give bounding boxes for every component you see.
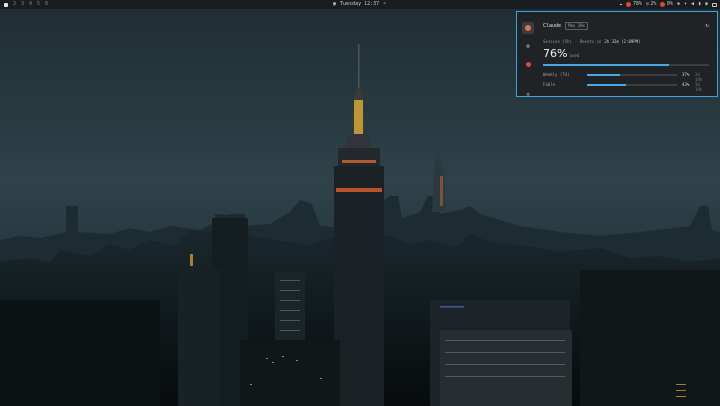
usage-row-bar bbox=[587, 74, 677, 76]
claude-usage-value: 0% bbox=[666, 1, 673, 7]
top-bar: 2 3 4 5 6 ▣ Tuesday 12:37 ☼ ☁ 78% ◎ 2% 0… bbox=[0, 0, 720, 9]
battery-icon[interactable]: ▮ bbox=[698, 0, 701, 9]
claude-tab[interactable] bbox=[522, 22, 534, 34]
session-reset-label: · Resets in bbox=[574, 39, 602, 44]
usage-row-bar bbox=[587, 84, 677, 86]
usage-row-percent: 43% bbox=[682, 82, 690, 87]
usage-row-label: Weekly (7d) bbox=[543, 72, 570, 77]
claude-icon bbox=[660, 2, 666, 7]
gear-icon: ✲ bbox=[526, 90, 530, 98]
panel-content: Claude Max 20x ↻ Session (5h) · Resets i… bbox=[543, 12, 711, 96]
session-reset-value: 2h 32m (2:09PM) bbox=[604, 39, 641, 44]
session-progress-fill bbox=[543, 64, 670, 66]
openai-icon: ⊛ bbox=[526, 42, 530, 50]
usage-row-fable: Fable 43% 3d 19h bbox=[543, 82, 709, 92]
notifications-icon[interactable]: ◉ bbox=[705, 0, 708, 9]
workspace-2[interactable]: 2 bbox=[13, 0, 16, 9]
wifi-icon[interactable]: ▾ bbox=[684, 0, 687, 9]
workspace-4[interactable]: 4 bbox=[29, 0, 32, 9]
cpu-indicator[interactable]: ◎ 2% bbox=[646, 0, 657, 9]
cpu-value: 2% bbox=[650, 1, 657, 7]
claude-icon bbox=[525, 25, 531, 31]
usage-row-weekly: Weekly (7d) 37% 3d 19h bbox=[543, 72, 709, 82]
workspace-switcher: 2 3 4 5 6 bbox=[0, 0, 48, 9]
usage-row-bar-fill bbox=[587, 84, 626, 86]
session-usage-unit: used bbox=[569, 53, 580, 58]
cpu-icon: ◎ bbox=[645, 1, 649, 7]
bluetooth-icon[interactable]: ✱ bbox=[677, 0, 680, 9]
session-progress-bar bbox=[543, 64, 709, 66]
status-icon bbox=[525, 61, 531, 67]
clock-text: Tuesday 12:37 bbox=[340, 1, 380, 7]
system-tray: ☁ 78% ◎ 2% 0% ✱ ▾ ◀ ▮ ◉ bbox=[619, 0, 717, 9]
volume-icon[interactable]: ◀ bbox=[691, 0, 694, 9]
workspace-1-indicator[interactable] bbox=[4, 2, 8, 7]
power-menu-icon[interactable] bbox=[712, 2, 717, 7]
usage-row-reset: 3d 19h bbox=[695, 82, 703, 92]
calendar-icon: ▣ bbox=[333, 1, 337, 7]
usage-row-percent: 37% bbox=[682, 72, 690, 77]
panel-header: Claude Max 20x bbox=[543, 22, 588, 30]
panel-side-rail: ⊛ ✲ bbox=[517, 12, 539, 106]
session-usage-percent: 76% bbox=[543, 47, 568, 60]
session-info: Session (5h) · Resets in 2h 32m (2:09PM) bbox=[543, 39, 641, 44]
session-label: Session (5h) bbox=[543, 39, 572, 44]
panel-title: Claude bbox=[543, 23, 562, 29]
usage-row-bar-fill bbox=[587, 74, 621, 76]
usage-row-reset: 3d 19h bbox=[695, 72, 703, 82]
cloud-icon[interactable]: ☁ bbox=[619, 0, 622, 9]
plan-badge: Max 20x bbox=[565, 22, 588, 30]
workspace-6[interactable]: 6 bbox=[45, 0, 48, 9]
usage-row-label: Fable bbox=[543, 82, 556, 87]
memory-value: 78% bbox=[632, 1, 642, 7]
claude-usage-indicator[interactable]: 0% bbox=[660, 0, 673, 9]
settings-tab[interactable]: ✲ bbox=[522, 88, 534, 100]
refresh-icon[interactable]: ↻ bbox=[705, 22, 709, 29]
clock[interactable]: ▣ Tuesday 12:37 ☼ bbox=[333, 0, 386, 9]
alert-tab[interactable] bbox=[522, 58, 534, 70]
workspace-5[interactable]: 5 bbox=[37, 0, 40, 9]
usage-popup: ⊛ ✲ Claude Max 20x ↻ Session (5h) · Rese… bbox=[516, 11, 718, 98]
weather-icon: ☼ bbox=[383, 1, 387, 7]
memory-icon bbox=[626, 2, 632, 7]
memory-indicator[interactable]: 78% bbox=[626, 0, 642, 9]
workspace-3[interactable]: 3 bbox=[21, 0, 24, 9]
openai-tab[interactable]: ⊛ bbox=[522, 40, 534, 52]
session-usage: 76% used bbox=[543, 47, 579, 60]
